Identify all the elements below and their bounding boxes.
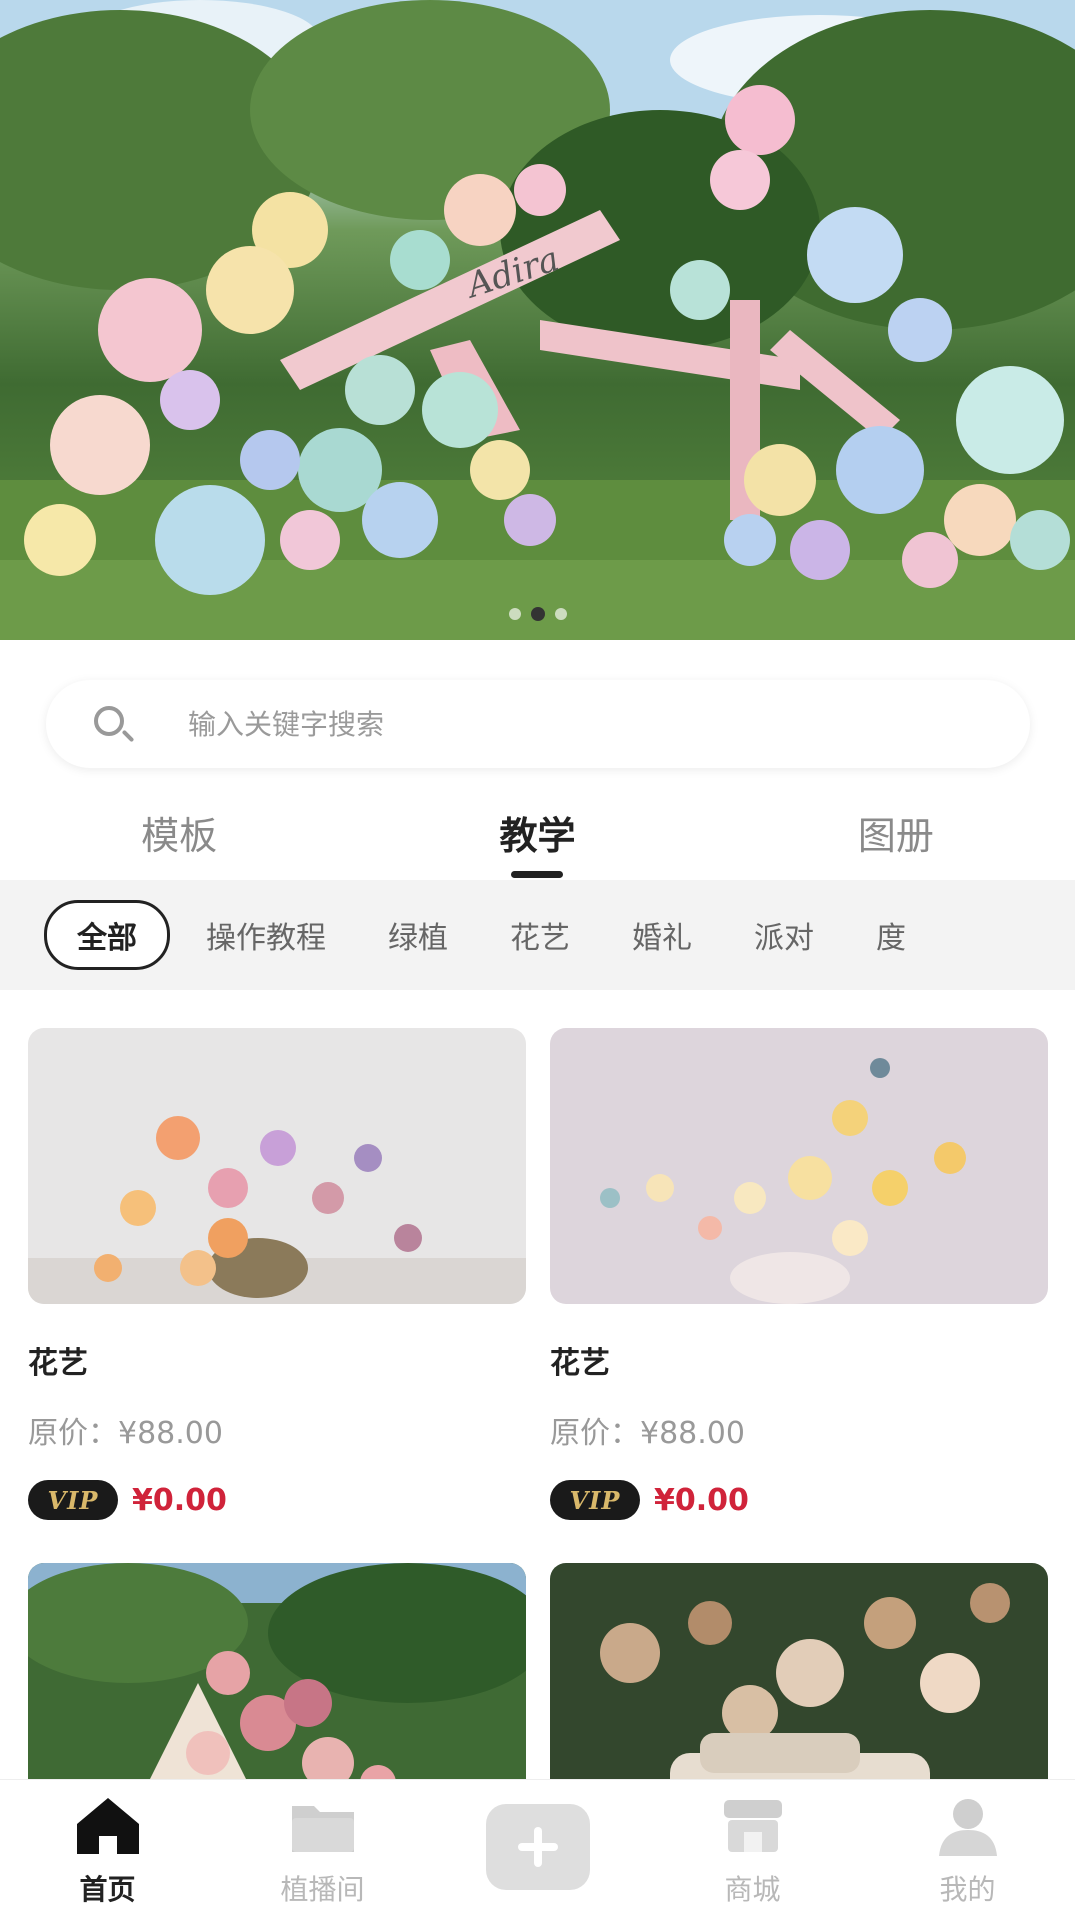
category-chip-party[interactable]: 派对: [754, 913, 814, 957]
carousel-indicator[interactable]: [0, 607, 1075, 621]
category-chip-wedding[interactable]: 婚礼: [632, 913, 692, 957]
course-card[interactable]: 花艺 原价：¥88.00 VIP ¥0.00: [28, 1028, 526, 1520]
user-icon: [933, 1794, 1003, 1858]
category-chip-greenery[interactable]: 绿植: [388, 913, 448, 957]
tab-label: 模板: [141, 814, 218, 858]
carousel-dot[interactable]: [508, 608, 521, 620]
category-chip-floral[interactable]: 花艺: [510, 913, 570, 957]
tab-label: 我的: [939, 1873, 996, 1906]
category-filter-bar[interactable]: 全部 操作教程 绿植 花艺 婚礼 派对 度: [0, 880, 1075, 990]
course-title: 花艺: [28, 1346, 88, 1381]
tab-label: 图册: [857, 814, 934, 858]
category-chip-all[interactable]: 全部: [44, 900, 170, 970]
tab-albums[interactable]: 图册: [717, 795, 1075, 880]
tab-label: 商城: [724, 1873, 781, 1906]
vip-badge: VIP: [550, 1480, 640, 1520]
tab-live-room[interactable]: 植播间: [215, 1780, 430, 1915]
vip-price: ¥0.00: [654, 1482, 749, 1518]
search-input[interactable]: [188, 707, 948, 741]
store-icon: [718, 1794, 788, 1858]
tab-store[interactable]: 商城: [645, 1780, 860, 1915]
hero-banner[interactable]: Adira: [0, 0, 1075, 640]
original-price: 原价：¥88.00: [28, 1416, 223, 1451]
tab-profile[interactable]: 我的: [860, 1780, 1075, 1915]
search-icon: [84, 696, 140, 752]
folder-icon: [288, 1794, 358, 1858]
tab-templates[interactable]: 模板: [0, 795, 358, 880]
carousel-dot[interactable]: [554, 608, 567, 620]
bottom-tab-bar: 首页 植播间 商城 我的: [0, 1779, 1075, 1915]
vip-badge: VIP: [28, 1480, 118, 1520]
vip-price: ¥0.00: [132, 1482, 227, 1518]
course-thumbnail[interactable]: [550, 1028, 1048, 1304]
tab-label: 首页: [79, 1873, 136, 1906]
balloon-arch-photo: Adira: [0, 0, 1075, 640]
tab-label: 植播间: [280, 1873, 365, 1906]
category-chip-more[interactable]: 度: [876, 913, 906, 957]
carousel-dot-active[interactable]: [530, 607, 545, 621]
tab-teaching[interactable]: 教学: [358, 795, 716, 880]
home-icon: [73, 1794, 143, 1858]
tab-home[interactable]: 首页: [0, 1780, 215, 1915]
course-thumbnail[interactable]: [28, 1028, 526, 1304]
course-title: 花艺: [550, 1346, 610, 1381]
main-tabs: 模板 教学 图册: [0, 795, 1075, 880]
search-bar[interactable]: [46, 680, 1030, 768]
active-tab-indicator: [511, 871, 564, 878]
tab-label: 教学: [499, 814, 576, 858]
course-card[interactable]: 花艺 原价：¥88.00 VIP ¥0.00: [550, 1028, 1048, 1520]
plus-icon: [485, 1804, 590, 1890]
tab-create[interactable]: [430, 1780, 645, 1915]
category-chip-tutorial[interactable]: 操作教程: [206, 913, 326, 957]
original-price: 原价：¥88.00: [550, 1416, 745, 1451]
